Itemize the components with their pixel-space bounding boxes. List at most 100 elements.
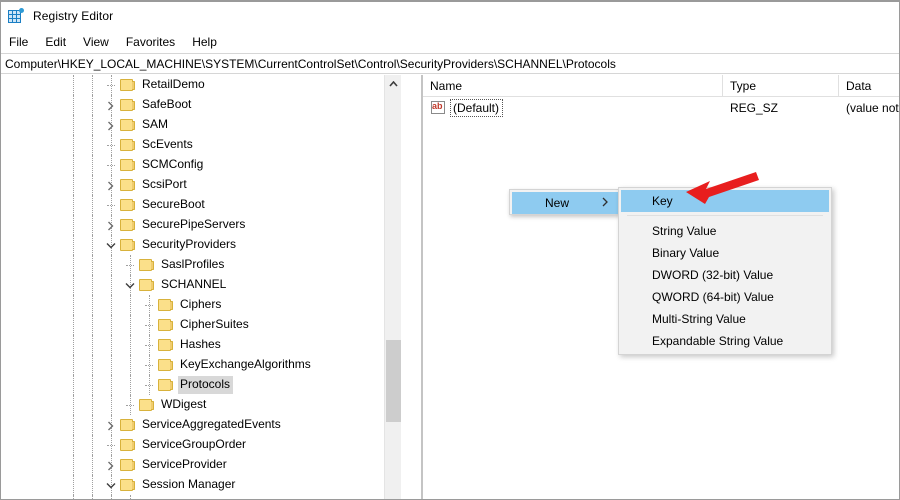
chevron-right-icon[interactable]: [103, 115, 119, 135]
scrollbar-thumb[interactable]: [386, 340, 401, 422]
column-header-type[interactable]: Type: [723, 75, 839, 97]
tree-guide-line: [73, 495, 74, 499]
menu-item-new-label: New: [545, 196, 570, 210]
tree-item-label: ServiceProvider: [142, 457, 227, 471]
registry-path: Computer\HKEY_LOCAL_MACHINE\SYSTEM\Curre…: [5, 56, 616, 71]
tree-guide-line: [111, 255, 112, 275]
tree-item-ciphersuites[interactable]: CipherSuites: [1, 315, 401, 335]
tree-item-securityproviders[interactable]: SecurityProviders: [1, 235, 401, 255]
chevron-right-icon[interactable]: [103, 215, 119, 235]
tree-leaf-connector: [141, 355, 157, 375]
tree-item-wdigest[interactable]: WDigest: [1, 395, 401, 415]
folder-icon: [119, 238, 135, 252]
tree-item-keyexchangealgorithms[interactable]: KeyExchangeAlgorithms: [1, 355, 401, 375]
tree-item-scsiport[interactable]: ScsiPort: [1, 175, 401, 195]
tree-item-label: RetailDemo: [142, 77, 205, 91]
menu-separator: [627, 215, 823, 216]
column-header-data[interactable]: Data: [839, 75, 899, 97]
tree-guide-line: [73, 195, 74, 215]
tree-guide-line: [111, 315, 112, 335]
tree-item-label: Protocols: [178, 376, 234, 394]
tree-item-sam[interactable]: SAM: [1, 115, 401, 135]
tree-leaf-connector: [122, 255, 138, 275]
tree-item-protocols[interactable]: Protocols: [1, 375, 401, 395]
chevron-right-icon[interactable]: [103, 415, 119, 435]
tree-leaf-connector: [141, 315, 157, 335]
tree-item-retaildemo[interactable]: RetailDemo: [1, 75, 401, 95]
chevron-right-icon[interactable]: [122, 495, 138, 499]
menu-edit[interactable]: Edit: [37, 32, 75, 52]
tree-item-secureboot[interactable]: SecureBoot: [1, 195, 401, 215]
folder-icon: [119, 118, 135, 132]
menu-item-new[interactable]: New: [512, 192, 618, 214]
menu-item-string-value[interactable]: String Value: [621, 220, 829, 242]
tree-item-serviceaggregatedevents[interactable]: ServiceAggregatedEvents: [1, 415, 401, 435]
tree-item-safeboot[interactable]: SafeBoot: [1, 95, 401, 115]
folder-icon: [138, 278, 154, 292]
tree-guide-line: [73, 375, 74, 395]
tree-leaf-connector: [141, 335, 157, 355]
tree-item-label: Session Manager: [142, 477, 236, 491]
menu-item-multi-string-value[interactable]: Multi-String Value: [621, 308, 829, 330]
chevron-down-icon[interactable]: [103, 475, 119, 495]
tree-item-schannel[interactable]: SCHANNEL: [1, 275, 401, 295]
tree-guide-line: [92, 195, 93, 215]
tree-item-hashes[interactable]: Hashes: [1, 335, 401, 355]
tree-item-scmconfig[interactable]: SCMConfig: [1, 155, 401, 175]
tree-item-securepipeservers[interactable]: SecurePipeServers: [1, 215, 401, 235]
folder-icon: [119, 98, 135, 112]
tree-guide-line: [111, 395, 112, 415]
menu-item-qword-value[interactable]: QWORD (64-bit) Value: [621, 286, 829, 308]
tree-guide-line: [92, 95, 93, 115]
tree-guide-line: [73, 395, 74, 415]
tree-item-session-manager[interactable]: Session Manager: [1, 475, 401, 495]
tree-guide-line: [92, 235, 93, 255]
chevron-right-icon[interactable]: [103, 175, 119, 195]
menu-item-expandable-string-value[interactable]: Expandable String Value: [621, 330, 829, 352]
tree-guide-line: [130, 295, 131, 315]
tree-guide-line: [92, 475, 93, 495]
chevron-down-icon[interactable]: [122, 275, 138, 295]
folder-icon: [157, 358, 173, 372]
tree-item-apisetschemaextensions[interactable]: ApiSetSchemaExtensions: [1, 495, 401, 499]
menu-item-dword-value[interactable]: DWORD (32-bit) Value: [621, 264, 829, 286]
tree-item-serviceprovider[interactable]: ServiceProvider: [1, 455, 401, 475]
scroll-up-icon[interactable]: [385, 75, 402, 92]
address-bar[interactable]: Computer\HKEY_LOCAL_MACHINE\SYSTEM\Curre…: [1, 53, 899, 74]
chevron-right-icon[interactable]: [103, 95, 119, 115]
column-header-name[interactable]: Name: [423, 75, 723, 97]
folder-icon: [157, 338, 173, 352]
context-menu-new-submenu: Key String Value Binary Value DWORD (32-…: [618, 187, 832, 355]
menu-file[interactable]: File: [9, 32, 37, 52]
menu-item-key[interactable]: Key: [621, 190, 829, 212]
tree-guide-line: [73, 235, 74, 255]
folder-icon: [119, 178, 135, 192]
chevron-down-icon[interactable]: [103, 235, 119, 255]
chevron-right-icon[interactable]: [103, 455, 119, 475]
tree-item-servicegrouporder[interactable]: ServiceGroupOrder: [1, 435, 401, 455]
menu-item-binary-value[interactable]: Binary Value: [621, 242, 829, 264]
menu-help[interactable]: Help: [184, 32, 226, 52]
tree-guide-line: [92, 435, 93, 455]
menu-view[interactable]: View: [75, 32, 118, 52]
tree-vertical-scrollbar[interactable]: [384, 75, 402, 499]
menu-favorites[interactable]: Favorites: [118, 32, 184, 52]
value-type: REG_SZ: [730, 101, 779, 115]
tree-guide-line: [92, 355, 93, 375]
tree-item-scevents[interactable]: ScEvents: [1, 135, 401, 155]
tree-item-saslprofiles[interactable]: SaslProfiles: [1, 255, 401, 275]
value-name-cell: ab (Default): [423, 97, 723, 119]
folder-icon: [119, 158, 135, 172]
tree-guide-line: [92, 135, 93, 155]
table-row[interactable]: ab (Default) REG_SZ (value not: [423, 97, 899, 119]
folder-icon: [138, 398, 154, 412]
tree-item-ciphers[interactable]: Ciphers: [1, 295, 401, 315]
folder-icon: [157, 378, 173, 392]
tree-guide-line: [111, 495, 112, 499]
